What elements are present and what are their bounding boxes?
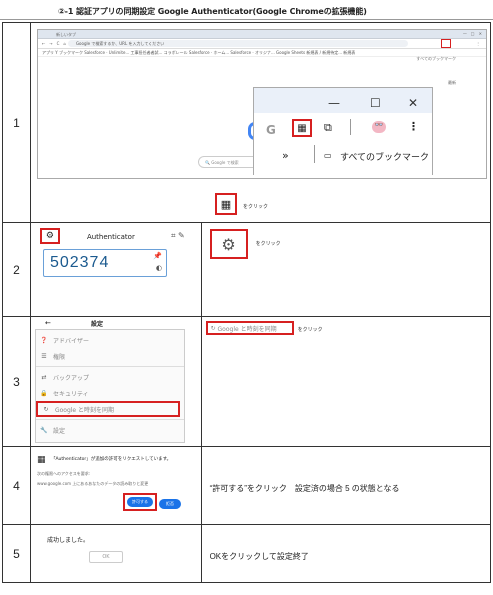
sync-button-highlight: ↻ Google と時刻を同期 xyxy=(205,321,294,335)
chevron-more-icon[interactable]: » xyxy=(282,149,289,162)
google-g-icon: G xyxy=(265,123,276,137)
menu-divider xyxy=(35,366,184,367)
step-5-instruction: OKをクリックして設定終了 xyxy=(209,552,309,561)
extensions-puzzle-icon[interactable]: ⧉ xyxy=(324,121,332,135)
qr-icon-highlight: ▦ xyxy=(214,193,237,215)
page-title: ②-1 認証アプリの同期設定 Google Authenticator(Goog… xyxy=(58,7,367,16)
menu-item-settings[interactable]: 🔧 設定 xyxy=(36,422,184,438)
step-number: 5 xyxy=(2,524,31,583)
step-number: 1 xyxy=(2,22,31,223)
step-4-left: ▦ 「Authenticator」が追加の許可をリクエストしています。 次の権限… xyxy=(29,446,202,525)
dialog-sub2: www.google.com 上にあるあなたのデータの読み取りと変更 xyxy=(36,481,149,486)
browser-tab[interactable]: 新しいタブ xyxy=(56,32,76,38)
top-right-label[interactable]: 最新 xyxy=(448,80,456,86)
step-row-2: 2 ⚙ Authenticator ⌗ ✎ 502374 📌 ◐ ⚙ をクリック xyxy=(2,222,492,317)
extension-popup: — ☐ ✕ G ▦ ⧉ 👓 ⋮ » ▭ すべてのブックマーク xyxy=(252,87,433,175)
browser-addressbar: ← → C ⌂ Google で検索するか、URL を入力してください ⋮ xyxy=(37,39,486,49)
scan-edit-icons[interactable]: ⌗ ✎ xyxy=(171,231,185,241)
steps-table: 1 新しいタブ — □ ✕ ← → C ⌂ Google で検索するか、URL … xyxy=(2,22,492,583)
nav-buttons[interactable]: ← → C ⌂ xyxy=(42,41,66,47)
title-divider xyxy=(0,19,493,20)
settings-title: 設定 xyxy=(90,321,103,328)
bookmarks-right[interactable]: すべてのブックマーク xyxy=(416,56,456,62)
toolbar-divider xyxy=(349,119,351,135)
popup-body: G ▦ ⧉ 👓 ⋮ » ▭ すべてのブックマーク xyxy=(253,113,432,175)
app-name: Authenticator xyxy=(86,233,135,241)
bookmark-divider xyxy=(313,145,315,163)
lock-icon: 🔒 xyxy=(40,389,48,397)
step-5-right: OKをクリックして設定終了 xyxy=(200,524,492,583)
qr-icon: ▦ xyxy=(36,455,46,465)
step-4-right: “許可する”をクリック 設定済の場合 5 の状態となる xyxy=(200,446,492,525)
step-row-4: 4 ▦ 「Authenticator」が追加の許可をリクエストしています。 次の… xyxy=(2,446,492,525)
timer-icon: ◐ xyxy=(155,264,162,272)
allow-button[interactable]: 許可する xyxy=(126,497,153,507)
gear-large-icon: ⚙ xyxy=(209,229,248,259)
dialog-title: 「Authenticator」が追加の許可をリクエストしています。 xyxy=(50,457,172,462)
back-arrow-icon[interactable]: ← xyxy=(45,319,51,327)
step-row-3: 3 ← 設定 ❓ アドバイザー ☰ 権限 ⇄ バックアップ 🔒 セキュリティ ↻ Goog… xyxy=(2,316,492,447)
step-5-left: 成功しました。 OK xyxy=(29,524,202,583)
otp-code: 502374 xyxy=(49,254,110,271)
step-3-right: ↻ Google と時刻を同期 をクリック xyxy=(200,316,492,447)
omnibox[interactable]: Google で検索するか、URL を入力してください xyxy=(67,40,408,47)
list-icon: ☰ xyxy=(41,352,47,360)
step-row-5: 5 成功しました。 OK OKをクリックして設定終了 xyxy=(2,524,492,583)
gear-icon[interactable]: ⚙ xyxy=(39,228,60,244)
menu-item-backup[interactable]: ⇄ バックアップ xyxy=(36,369,184,385)
step-2-instruction: をクリック xyxy=(255,241,281,247)
maximize-icon[interactable]: ☐ xyxy=(370,96,381,110)
ok-button[interactable]: OK xyxy=(88,551,123,563)
help-icon: ❓ xyxy=(40,336,48,344)
all-bookmarks-label[interactable]: すべてのブックマーク xyxy=(340,150,429,163)
window-controls[interactable]: — □ ✕ xyxy=(463,31,482,37)
sync-icon: ↻ xyxy=(210,324,216,332)
step-number: 2 xyxy=(2,222,31,317)
browser-tabbar: 新しいタブ — □ ✕ xyxy=(37,30,486,39)
step-2-left: ⚙ Authenticator ⌗ ✎ 502374 📌 ◐ xyxy=(29,222,202,317)
success-text: 成功しました。 xyxy=(46,537,89,544)
menu-divider xyxy=(35,419,184,420)
close-icon[interactable]: ✕ xyxy=(408,96,418,110)
pin-icon[interactable]: 📌 xyxy=(153,252,162,260)
step-3-left: ← 設定 ❓ アドバイザー ☰ 権限 ⇄ バックアップ 🔒 セキュリティ ↻ Google… xyxy=(29,316,202,447)
bookmarks-list[interactable]: アプリ Y ブックマーク Salesforce · Unlimite... 工事… xyxy=(42,50,355,55)
step-row-1: 1 新しいタブ — □ ✕ ← → C ⌂ Google で検索するか、URL … xyxy=(2,22,492,223)
step-2-right: ⚙ をクリック xyxy=(200,222,492,317)
settings-menu: ❓ アドバイザー ☰ 権限 ⇄ バックアップ 🔒 セキュリティ ↻ Google と時刻を… xyxy=(34,329,185,443)
search-icon: 🔍 xyxy=(204,160,210,165)
sync-icon: ↻ xyxy=(43,405,49,413)
profile-avatar[interactable]: 👓 xyxy=(371,121,386,133)
menu-item-advisor[interactable]: ❓ アドバイザー xyxy=(36,332,184,348)
menu-item-sync-time[interactable]: ↻ Google と時刻を同期 xyxy=(35,401,180,417)
deny-button[interactable]: 拒否 xyxy=(158,499,181,509)
swap-icon: ⇄ xyxy=(41,373,47,381)
step-1-content: 新しいタブ — □ ✕ ← → C ⌂ Google で検索するか、URL を入… xyxy=(29,22,492,223)
more-menu-icon[interactable]: ⋮ xyxy=(408,120,419,133)
extension-highlight xyxy=(440,39,451,48)
dialog-sub1: 次の権限へのアクセスを要求: xyxy=(36,471,91,476)
minimize-icon[interactable]: — xyxy=(328,96,340,110)
menu-item-security[interactable]: 🔒 セキュリティ xyxy=(36,385,184,401)
step-number: 4 xyxy=(2,446,31,525)
wrench-icon: 🔧 xyxy=(40,426,48,434)
folder-icon: ▭ xyxy=(323,151,332,160)
step-4-instruction: “許可する”をクリック 設定済の場合 5 の状態となる xyxy=(209,484,400,493)
menu-item-permissions[interactable]: ☰ 権限 xyxy=(36,348,184,364)
step-1-instruction: をクリック xyxy=(242,204,268,210)
allow-highlight: 許可する xyxy=(122,493,157,511)
authenticator-qr-icon[interactable]: ▦ xyxy=(291,119,312,137)
code-display[interactable]: 502374 📌 ◐ xyxy=(42,249,167,277)
toolbar-icons[interactable]: ⋮ xyxy=(476,41,480,46)
step-3-instruction: をクリック xyxy=(297,327,323,333)
step-number: 3 xyxy=(2,316,31,447)
